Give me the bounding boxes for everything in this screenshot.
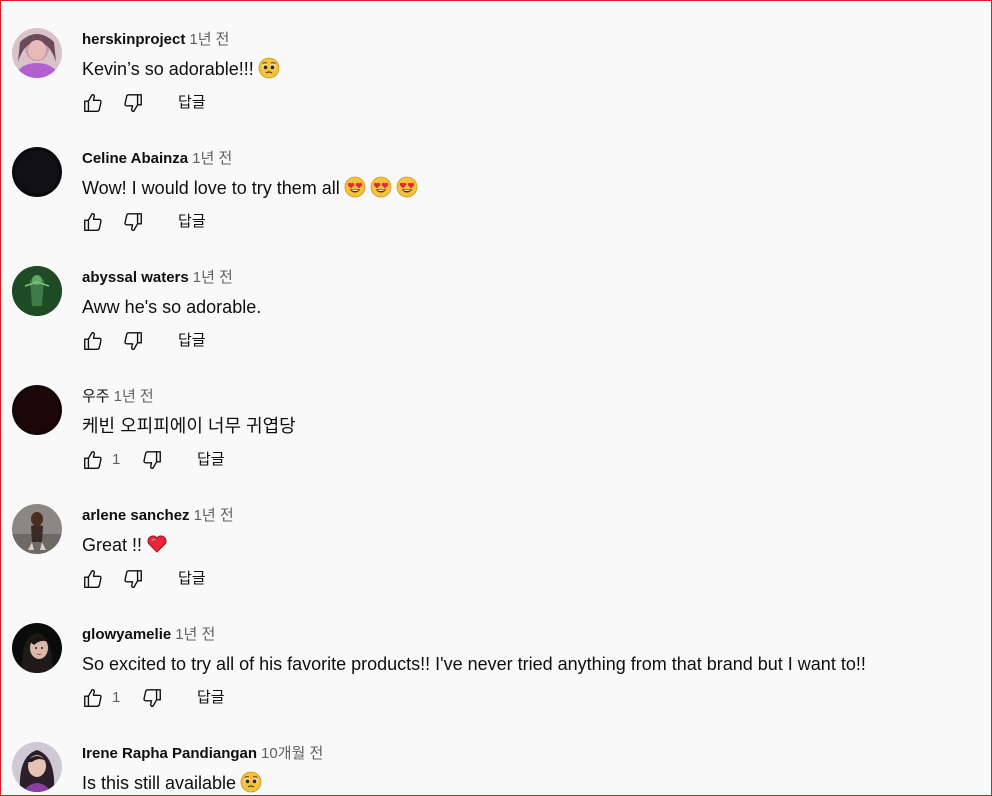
heart-eyes-emoji-icon [396,176,418,198]
like-count: 1 [112,689,121,706]
thumbs-down-icon[interactable] [122,330,144,352]
comment-timestamp[interactable]: 1년 전 [194,507,234,524]
comment-author[interactable]: Irene Rapha Pandiangan [82,745,257,762]
thumbs-up-icon[interactable] [82,330,104,352]
reply-button[interactable]: 답글 [197,688,225,708]
comment-author[interactable]: glowyamelie [82,626,171,643]
comment-thread: Celine Abainza 1년 전 Wow! I would love to … [0,147,992,266]
reply-button[interactable]: 답글 [178,569,206,589]
pleading-face-emoji-icon [258,57,280,79]
heart-eyes-emoji-icon [344,176,366,198]
reply-button[interactable]: 답글 [178,93,206,113]
avatar[interactable] [12,742,62,792]
comment-thread: Irene Rapha Pandiangan 10개월 전 Is this sti… [0,742,992,796]
comment-header: Irene Rapha Pandiangan 10개월 전 [82,744,323,764]
comment-timestamp[interactable]: 1년 전 [114,388,154,405]
comment-text: Kevin’s so adorable!!! [82,57,280,81]
comment-body: Aww he's so adorable. [82,297,262,317]
comment-text: Wow! I would love to try them all [82,176,418,200]
avatar[interactable] [12,504,62,554]
comment-actions: 1 답글 [82,687,382,715]
comment-text: Is this still available [82,771,262,795]
avatar[interactable] [12,266,62,316]
comment-thread: abyssal waters 1년 전 Aww he's so adorable.… [0,266,992,385]
comment-body: Kevin’s so adorable!!! [82,59,254,79]
comment-text: 케빈 오피피에이 너무 귀엽당 [82,414,296,438]
comment-header: Celine Abainza 1년 전 [82,149,232,169]
comment-body: Is this still available [82,773,237,793]
comment-timestamp[interactable]: 1년 전 [192,150,232,167]
comment-actions: 답글 [82,211,382,239]
comment-thread: glowyamelie 1년 전 So excited to try all of… [0,623,992,742]
comment-header: herskinproject 1년 전 [82,30,230,50]
comment-thread: herskinproject 1년 전 Kevin’s so adorable!!… [0,28,992,147]
comment-timestamp[interactable]: 1년 전 [175,626,215,643]
thumbs-up-icon[interactable] [82,92,104,114]
comment-header: glowyamelie 1년 전 [82,625,215,645]
comment-text: So excited to try all of his favorite pr… [82,652,866,676]
thumbs-down-icon[interactable] [141,449,163,471]
comment-timestamp[interactable]: 1년 전 [189,31,229,48]
comment-actions: 답글 [82,92,382,120]
thumbs-down-icon[interactable] [122,92,144,114]
avatar[interactable] [12,385,62,435]
comment-header: abyssal waters 1년 전 [82,268,233,288]
heart-eyes-emoji-icon [370,176,392,198]
comment-author[interactable]: herskinproject [82,31,185,48]
reply-button[interactable]: 답글 [178,212,206,232]
thumbs-up-icon[interactable] [82,211,104,233]
comment-body: So excited to try all of his favorite pr… [82,654,866,674]
comment-author[interactable]: abyssal waters [82,269,189,286]
comment-text: Aww he's so adorable. [82,295,261,319]
comment-author[interactable]: Celine Abainza [82,150,188,167]
reply-button[interactable]: 답글 [197,450,225,470]
reply-button[interactable]: 답글 [178,331,206,351]
comment-body: Wow! I would love to try them all [82,178,340,198]
avatar[interactable] [12,623,62,673]
comment-header: arlene sanchez 1년 전 [82,506,234,526]
comment-body: Great !! [82,535,143,555]
thumbs-up-icon[interactable] [82,687,104,709]
comment-actions: 답글 [82,330,382,358]
comment-thread: arlene sanchez 1년 전 Great !! 답글 [0,504,992,623]
avatar[interactable] [12,28,62,78]
pleading-face-emoji-icon [240,771,262,793]
thumbs-down-icon[interactable] [122,211,144,233]
like-count: 1 [112,451,121,468]
comment-actions: 1 답글 [82,449,382,477]
thumbs-up-icon[interactable] [82,449,104,471]
comment-author[interactable]: arlene sanchez [82,507,190,524]
avatar[interactable] [12,147,62,197]
thumbs-down-icon[interactable] [141,687,163,709]
comment-actions: 답글 [82,568,382,596]
comment-author[interactable]: 우주 [82,388,110,405]
comment-text: Great !! [82,533,168,557]
thumbs-up-icon[interactable] [82,568,104,590]
red-heart-emoji-icon [146,533,168,555]
comment-timestamp[interactable]: 10개월 전 [261,745,323,762]
comment-timestamp[interactable]: 1년 전 [193,269,233,286]
comment-body: 케빈 오피피에이 너무 귀엽당 [82,416,296,436]
comment-header: 우주 1년 전 [82,387,154,407]
comment-thread: 우주 1년 전 케빈 오피피에이 너무 귀엽당 1 답글 [0,385,992,504]
thumbs-down-icon[interactable] [122,568,144,590]
